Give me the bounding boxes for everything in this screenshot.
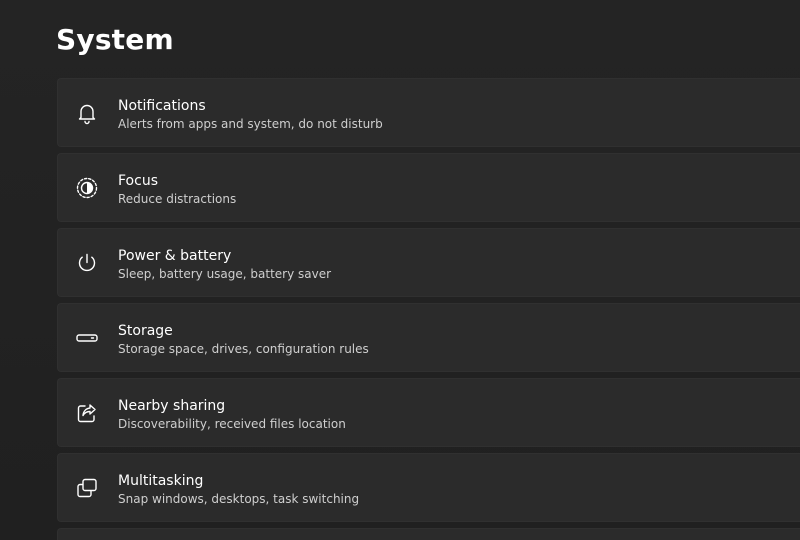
settings-item-title: Focus [118,173,158,189]
storage-icon [75,326,99,350]
settings-item-subtitle: Reduce distractions [118,192,237,206]
share-icon [75,401,99,425]
settings-item-storage[interactable]: Storage Storage space, drives, configura… [57,303,800,372]
settings-item-subtitle: Sleep, battery usage, battery saver [118,267,332,281]
settings-item-focus[interactable]: Focus Reduce distractions [57,153,800,222]
settings-item-notifications[interactable]: Notifications Alerts from apps and syste… [57,78,800,147]
settings-page: System Notifications Alerts from apps an… [0,0,800,540]
power-icon [75,251,99,275]
settings-item-title: Power & battery [118,248,232,264]
settings-item-multitasking[interactable]: Multitasking Snap windows, desktops, tas… [57,453,800,522]
multitasking-icon [75,476,99,500]
settings-item-title: Storage [118,323,173,339]
focus-icon [75,176,99,200]
settings-item-power-battery[interactable]: Power & battery Sleep, battery usage, ba… [57,228,800,297]
settings-item-subtitle: Discoverability, received files location [118,417,346,431]
settings-item-title: Multitasking [118,473,204,489]
settings-item-subtitle: Snap windows, desktops, task switching [118,492,360,506]
settings-item-nearby-sharing[interactable]: Nearby sharing Discoverability, received… [57,378,800,447]
settings-item-partial[interactable] [57,528,800,540]
settings-item-title: Notifications [118,98,206,114]
settings-item-subtitle: Alerts from apps and system, do not dist… [118,117,383,131]
settings-item-title: Nearby sharing [118,398,226,414]
settings-item-subtitle: Storage space, drives, configuration rul… [118,342,369,356]
bell-icon [75,101,99,125]
settings-list: Notifications Alerts from apps and syste… [57,78,800,540]
page-title: System [56,23,174,56]
